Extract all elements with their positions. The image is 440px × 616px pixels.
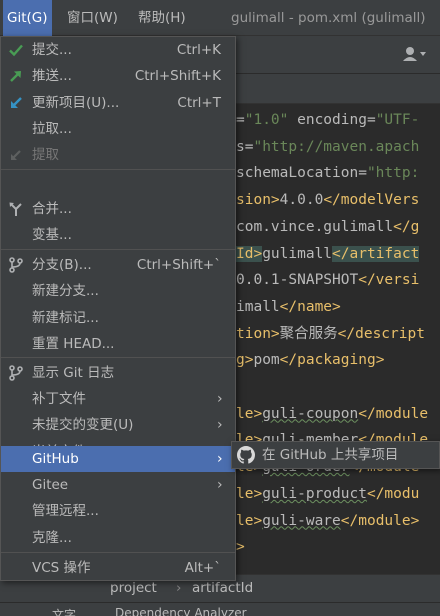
fetch-icon bbox=[11, 150, 21, 160]
share-project-on-github[interactable]: 在 GitHub 上共享项目 bbox=[262, 442, 398, 468]
menu-item-pull[interactable]: 拉取... bbox=[1, 116, 235, 142]
menu-bar: Git(G) 窗口(W) 帮助(H) gulimall - pom.xml (g… bbox=[0, 0, 440, 36]
code-line: com.vince.gulimall</g bbox=[236, 218, 420, 235]
code-line: g>pom</packaging> bbox=[236, 352, 385, 369]
code-line: Id>gulimall</artifact bbox=[236, 245, 420, 262]
menu-item-update-project[interactable]: 更新项目(U)... Ctrl+T bbox=[1, 90, 235, 116]
merge-icon bbox=[9, 202, 22, 216]
git-log-icon bbox=[9, 365, 23, 381]
check-icon bbox=[9, 44, 23, 57]
code-line: le>guli-ware</module> bbox=[236, 512, 420, 529]
update-arrow-icon bbox=[11, 97, 22, 108]
user-icon[interactable] bbox=[400, 42, 428, 68]
menu-item-branches[interactable]: 分支(B)... Ctrl+Shift+` bbox=[1, 252, 235, 278]
code-line: le>guli-coupon</module bbox=[236, 405, 429, 422]
branch-icon bbox=[9, 257, 23, 273]
chevron-right-icon: › bbox=[217, 417, 223, 433]
menu-item-show-git-log[interactable]: 显示 Git 日志 bbox=[1, 360, 235, 386]
menu-item-commit[interactable]: 提交... Ctrl+K bbox=[1, 37, 235, 63]
menu-item-gitee[interactable]: Gitee › bbox=[1, 472, 235, 498]
bottom-item-text[interactable]: 文字 bbox=[52, 606, 76, 616]
menu-item-reset-head[interactable]: 重置 HEAD... bbox=[1, 331, 235, 357]
menu-item-new-tag[interactable]: 新建标记... bbox=[1, 305, 235, 331]
menu-item-patch-file[interactable]: 补丁文件 › bbox=[1, 386, 235, 412]
menu-window[interactable]: 窗口(W) bbox=[63, 0, 122, 36]
menu-item-new-branch[interactable]: 新建分支... bbox=[1, 278, 235, 304]
menu-item-github[interactable]: GitHub › bbox=[1, 446, 235, 472]
menu-item-merge[interactable]: 合并... bbox=[1, 196, 235, 222]
code-line: imall</name> bbox=[236, 298, 341, 315]
menu-separator bbox=[1, 357, 235, 358]
menu-git[interactable]: Git(G) bbox=[3, 0, 52, 36]
code-line: le>guli-product</modu bbox=[236, 485, 420, 502]
bottom-tool-bar: 文字 Dependency Analyzer bbox=[0, 602, 440, 616]
github-icon bbox=[237, 446, 255, 464]
menu-item-rebase[interactable]: 变基... bbox=[1, 222, 235, 248]
chevron-right-icon: › bbox=[217, 451, 223, 467]
github-submenu: 在 GitHub 上共享项目 bbox=[231, 441, 440, 469]
code-line: s="http://maven.apach bbox=[236, 138, 420, 155]
menu-item-vcs-operations[interactable]: VCS 操作 Alt+` bbox=[1, 555, 235, 581]
menu-item-clone[interactable]: 克隆... bbox=[1, 525, 235, 551]
menu-separator bbox=[1, 552, 235, 553]
menu-separator bbox=[1, 169, 235, 170]
git-menu: 提交... Ctrl+K 推送... Ctrl+Shift+K 更新项目(U)...… bbox=[0, 36, 236, 581]
code-line: > bbox=[236, 539, 245, 556]
menu-separator bbox=[1, 249, 235, 250]
menu-help[interactable]: 帮助(H) bbox=[134, 0, 190, 36]
menu-item-fetch[interactable]: 提取 bbox=[1, 142, 235, 168]
code-line: tion>聚合服务</descript bbox=[236, 325, 425, 342]
menu-item-uncommitted-changes[interactable]: 未提交的变更(U) › bbox=[1, 412, 235, 438]
menu-item-manage-remotes[interactable]: 管理远程... bbox=[1, 498, 235, 524]
menu-item-push[interactable]: 推送... Ctrl+Shift+K bbox=[1, 63, 235, 89]
chevron-right-icon: › bbox=[217, 391, 223, 407]
code-line: sion>4.0.0</modelVers bbox=[236, 192, 420, 209]
bottom-item-dependency-analyzer[interactable]: Dependency Analyzer bbox=[115, 606, 247, 616]
window-title: gulimall - pom.xml (gulimall) bbox=[231, 10, 426, 26]
code-line: schemaLocation="http: bbox=[236, 165, 420, 182]
push-arrow-icon bbox=[10, 71, 21, 82]
chevron-right-icon: › bbox=[217, 477, 223, 493]
code-line: ="1.0" encoding="UTF- bbox=[236, 112, 420, 128]
code-line: 0.0.1-SNAPSHOT</versi bbox=[236, 272, 420, 289]
